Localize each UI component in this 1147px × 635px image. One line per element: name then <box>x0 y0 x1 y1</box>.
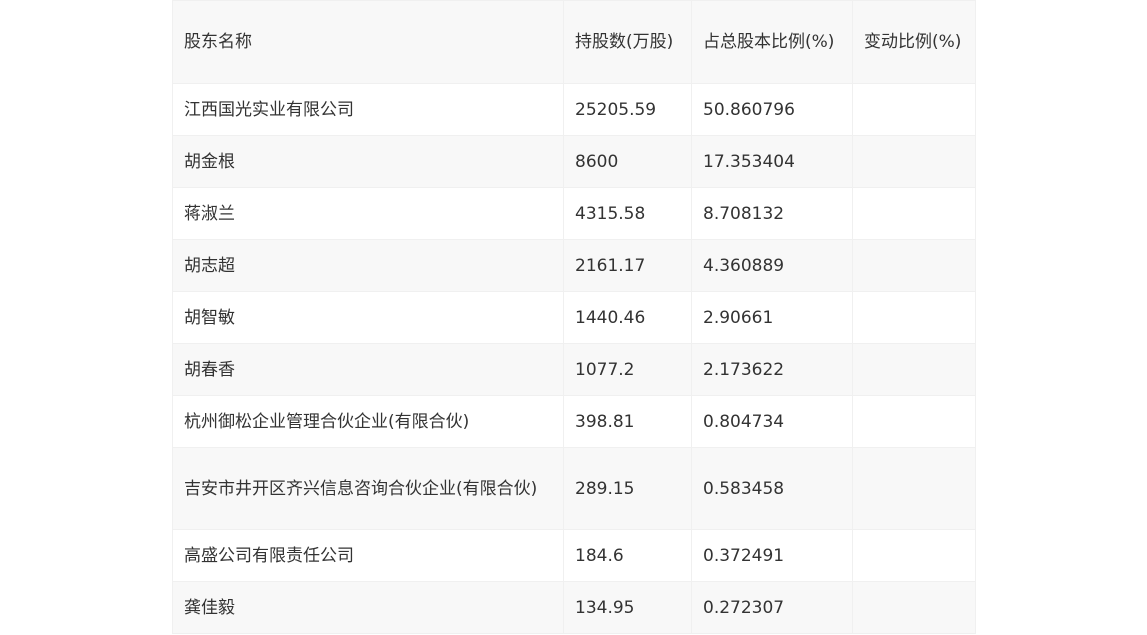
table-row: 胡金根 8600 17.353404 <box>172 135 976 188</box>
cell-shareholder-name: 高盛公司有限责任公司 <box>172 529 564 582</box>
cell-shares-held: 398.81 <box>563 395 692 448</box>
cell-change-ratio <box>852 83 976 136</box>
header-change-ratio: 变动比例(%) <box>852 0 976 84</box>
cell-shares-held: 184.6 <box>563 529 692 582</box>
cell-change-ratio <box>852 447 976 530</box>
cell-shareholder-name: 胡春香 <box>172 343 564 396</box>
cell-shareholder-name: 蒋淑兰 <box>172 187 564 240</box>
cell-change-ratio <box>852 187 976 240</box>
cell-share-ratio: 0.372491 <box>691 529 853 582</box>
shareholder-table: 股东名称 持股数(万股) 占总股本比例(%) 变动比例(%) 江西国光实业有限公… <box>172 0 976 634</box>
cell-shares-held: 8600 <box>563 135 692 188</box>
cell-share-ratio: 17.353404 <box>691 135 853 188</box>
cell-share-ratio: 4.360889 <box>691 239 853 292</box>
cell-change-ratio <box>852 239 976 292</box>
cell-share-ratio: 0.583458 <box>691 447 853 530</box>
cell-shares-held: 4315.58 <box>563 187 692 240</box>
cell-shareholder-name: 胡金根 <box>172 135 564 188</box>
table-row: 江西国光实业有限公司 25205.59 50.860796 <box>172 83 976 136</box>
cell-change-ratio <box>852 395 976 448</box>
table-row: 胡志超 2161.17 4.360889 <box>172 239 976 292</box>
cell-shareholder-name: 龚佳毅 <box>172 581 564 634</box>
cell-change-ratio <box>852 581 976 634</box>
shareholder-table-container: 股东名称 持股数(万股) 占总股本比例(%) 变动比例(%) 江西国光实业有限公… <box>172 0 976 634</box>
cell-shareholder-name: 江西国光实业有限公司 <box>172 83 564 136</box>
cell-change-ratio <box>852 529 976 582</box>
table-row: 胡智敏 1440.46 2.90661 <box>172 291 976 344</box>
header-shares-held: 持股数(万股) <box>563 0 692 84</box>
cell-share-ratio: 2.173622 <box>691 343 853 396</box>
table-header-row: 股东名称 持股数(万股) 占总股本比例(%) 变动比例(%) <box>172 0 976 84</box>
cell-shares-held: 1077.2 <box>563 343 692 396</box>
cell-shares-held: 134.95 <box>563 581 692 634</box>
table-row: 吉安市井开区齐兴信息咨询合伙企业(有限合伙) 289.15 0.583458 <box>172 447 976 530</box>
cell-shareholder-name: 胡智敏 <box>172 291 564 344</box>
cell-shareholder-name: 胡志超 <box>172 239 564 292</box>
cell-shareholder-name: 杭州御松企业管理合伙企业(有限合伙) <box>172 395 564 448</box>
cell-change-ratio <box>852 343 976 396</box>
cell-shares-held: 289.15 <box>563 447 692 530</box>
header-shareholder-name: 股东名称 <box>172 0 564 84</box>
cell-share-ratio: 8.708132 <box>691 187 853 240</box>
header-share-ratio: 占总股本比例(%) <box>691 0 853 84</box>
cell-shares-held: 25205.59 <box>563 83 692 136</box>
table-row: 胡春香 1077.2 2.173622 <box>172 343 976 396</box>
table-row: 蒋淑兰 4315.58 8.708132 <box>172 187 976 240</box>
table-row: 龚佳毅 134.95 0.272307 <box>172 581 976 634</box>
cell-share-ratio: 50.860796 <box>691 83 853 136</box>
cell-change-ratio <box>852 291 976 344</box>
cell-share-ratio: 0.804734 <box>691 395 853 448</box>
cell-shares-held: 2161.17 <box>563 239 692 292</box>
cell-change-ratio <box>852 135 976 188</box>
cell-share-ratio: 2.90661 <box>691 291 853 344</box>
cell-shareholder-name: 吉安市井开区齐兴信息咨询合伙企业(有限合伙) <box>172 447 564 530</box>
table-row: 高盛公司有限责任公司 184.6 0.372491 <box>172 529 976 582</box>
cell-share-ratio: 0.272307 <box>691 581 853 634</box>
table-row: 杭州御松企业管理合伙企业(有限合伙) 398.81 0.804734 <box>172 395 976 448</box>
cell-shares-held: 1440.46 <box>563 291 692 344</box>
